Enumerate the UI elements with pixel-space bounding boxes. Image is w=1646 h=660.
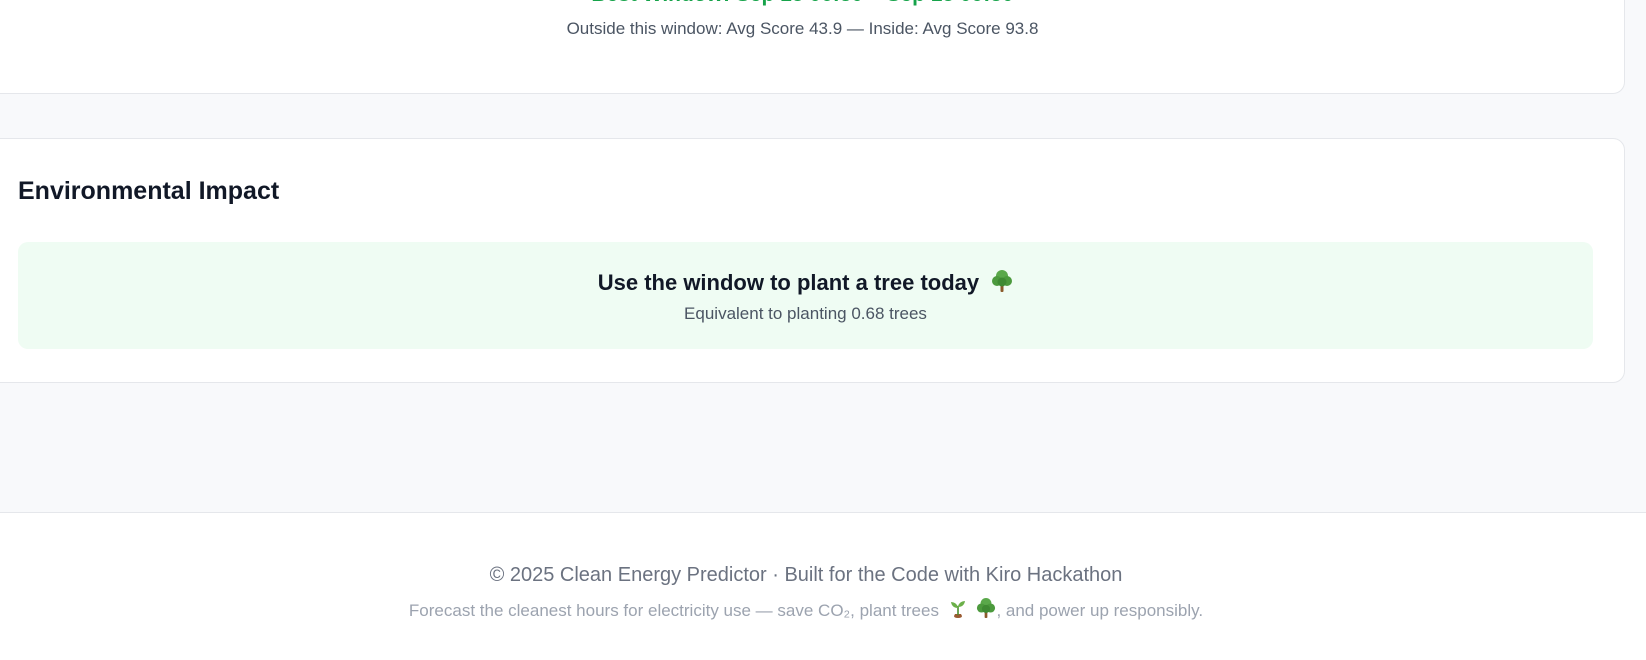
impact-headline: Use the window to plant a tree today — [18, 268, 1593, 301]
environmental-impact-card: Environmental Impact Use the window to p… — [0, 138, 1625, 383]
impact-highlight-box: Use the window to plant a tree today Equ… — [18, 242, 1593, 349]
footer-copyright: © 2025 Clean Energy Predictor · Built fo… — [489, 564, 1123, 586]
seedling-icon — [948, 599, 968, 626]
tree-icon — [991, 269, 1013, 301]
footer-tagline: Forecast the cleanest hours for electric… — [0, 597, 1612, 626]
page-footer: © 2025 Clean Energy Predictor · Built fo… — [0, 512, 1646, 660]
footer-tagline-end: , and power up responsibly. — [996, 601, 1204, 620]
footer-tagline-text: Forecast the cleanest hours for electric… — [408, 601, 939, 620]
impact-detail: Equivalent to planting 0.68 trees — [684, 304, 927, 323]
tree-icon — [976, 597, 996, 626]
best-window-title: Best Window: Sep 15 06:30 – Sep 15 09:30 — [0, 0, 1624, 9]
impact-headline-text: Use the window to plant a tree today — [597, 270, 980, 295]
window-score-summary: Outside this window: Avg Score 43.9 — In… — [566, 19, 1039, 38]
environmental-impact-heading: Environmental Impact — [18, 177, 280, 205]
best-window-card: Best Window: Sep 15 06:30 – Sep 15 09:30… — [0, 0, 1625, 94]
